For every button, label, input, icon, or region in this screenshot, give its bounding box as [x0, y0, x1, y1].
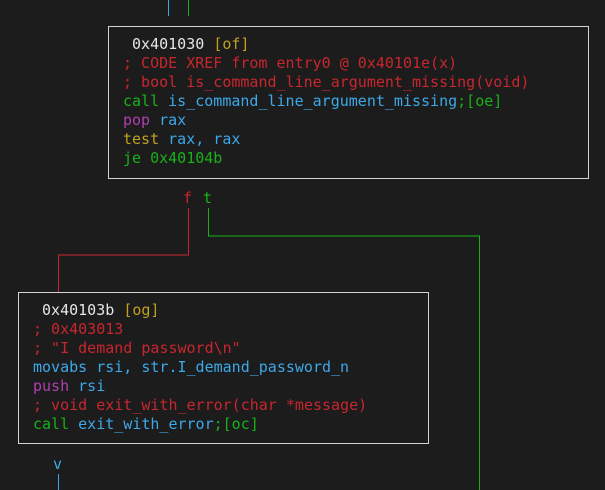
string-comment: ; "I demand password\n"	[33, 339, 241, 357]
instruction-call: call is_command_line_argument_missing;[o…	[123, 92, 574, 111]
instruction-movabs: movabs rsi, str.I_demand_password_n	[33, 358, 414, 377]
mnemonic: push	[33, 377, 70, 395]
mnemonic: call	[33, 415, 70, 433]
instruction-push: push rsi	[33, 377, 414, 396]
call-target[interactable]: exit_with_error	[78, 415, 213, 433]
flow-down-marker: v	[53, 455, 63, 473]
mnemonic: call	[123, 92, 160, 110]
call-target[interactable]: is_command_line_argument_missing	[168, 92, 457, 110]
block-label: [of]	[213, 35, 250, 53]
operand: rsi	[78, 377, 106, 395]
instruction-pop: pop rax	[123, 111, 574, 130]
branch-true-label: t	[203, 189, 213, 207]
edge-false-branch[interactable]	[58, 208, 189, 292]
mnemonic: pop	[123, 111, 151, 129]
instruction-je: je 0x40104b	[123, 149, 574, 168]
jump-target[interactable]: 0x40104b	[150, 149, 222, 167]
call-ref[interactable]: ;[oe]	[457, 92, 502, 110]
basic-block-of[interactable]: 0x401030 [of] ; CODE XREF from entry0 @ …	[108, 26, 589, 179]
address-comment: ; 0x403013	[33, 320, 124, 338]
call-ref[interactable]: ;[oc]	[214, 415, 259, 433]
block-header: 0x401030 [of]	[123, 35, 574, 54]
block-address: 0x40103b	[42, 301, 115, 319]
xref-comment: ; CODE XREF from entry0 @ 0x40101e(x)	[123, 54, 458, 72]
block-label: [og]	[123, 301, 160, 319]
mnemonic: test	[123, 130, 160, 148]
operand: rsi, str.I_demand_password_n	[96, 358, 350, 376]
function-signature-comment: ; bool is_command_line_argument_missing(…	[123, 73, 530, 91]
block-address: 0x401030	[132, 35, 205, 53]
basic-block-og[interactable]: 0x40103b [og] ; 0x403013 ; "I demand pas…	[18, 292, 429, 444]
operand: rax	[159, 111, 187, 129]
instruction-test: test rax, rax	[123, 130, 574, 149]
branch-false-label: f	[183, 189, 193, 207]
instruction-call: call exit_with_error;[oc]	[33, 415, 414, 434]
operand: rax, rax	[168, 130, 241, 148]
mnemonic: movabs	[33, 358, 88, 376]
function-signature-comment: ; void exit_with_error(char *message)	[33, 396, 368, 414]
block-header: 0x40103b [og]	[33, 301, 414, 320]
mnemonic: je	[123, 149, 142, 167]
